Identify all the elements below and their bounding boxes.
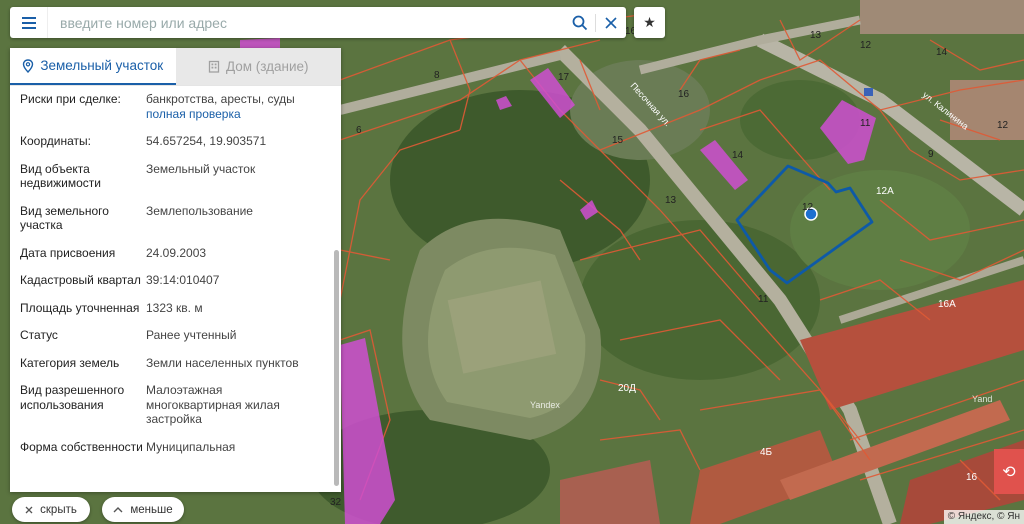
menu-button[interactable] (10, 7, 48, 38)
button-label: скрыть (40, 503, 77, 516)
parcel-label: 15 (612, 135, 624, 146)
detail-value: 1323 кв. м (146, 300, 203, 315)
building-icon (208, 60, 220, 73)
detail-value: Муниципальная (146, 439, 236, 454)
detail-value: Землепользование (146, 203, 253, 218)
chevron-up-icon (113, 507, 123, 513)
hide-panel-button[interactable]: скрыть (12, 497, 90, 522)
parcel-label: 14 (732, 150, 744, 161)
detail-key: Вид земельного участка (20, 203, 109, 233)
detail-value: банкротства, аресты, суды полная проверк… (146, 92, 321, 121)
parcel-label: 17 (558, 72, 570, 83)
tab-label: Земельный участок (40, 58, 164, 73)
detail-key: Риски при сделке: (20, 92, 121, 106)
parcel-label: 11 (758, 294, 769, 305)
detail-key: Форма собственности (20, 439, 143, 454)
detail-row-ownership: Форма собственности Муниципальная (10, 440, 331, 455)
parcel-label: 13 (665, 195, 677, 206)
detail-key: Координаты: (20, 134, 91, 148)
details-list: Риски при сделке: банкротства, аресты, с… (10, 86, 331, 492)
detail-row-assigned-date: Дата присвоения 24.09.2003 (10, 246, 331, 261)
detail-key: Статус (20, 328, 58, 342)
parcel-label: 16 (966, 472, 978, 483)
map-attribution[interactable]: © Яндекс, © Ян (943, 510, 1024, 524)
star-icon: ★ (643, 14, 656, 30)
detail-value-text: банкротства, аресты, суды (146, 92, 295, 106)
map-watermark: Yand (972, 394, 992, 404)
detail-row-coordinates: Координаты: 54.657254, 19.903571 (10, 134, 331, 149)
detail-row-land-category: Категория земель Земли населенных пункто… (10, 356, 331, 371)
parcel-info-panel: Земельный участок Дом (здание) Риски при… (10, 48, 341, 492)
panel-scrollbar[interactable] (334, 250, 339, 486)
map-pin-icon (23, 58, 34, 73)
tab-label: Дом (здание) (225, 59, 309, 74)
detail-value: 54.657254, 19.903571 (146, 134, 267, 148)
full-check-link[interactable]: полная проверка (146, 107, 321, 122)
detail-value: 24.09.2003 (146, 245, 207, 260)
parcel-label: 9 (928, 149, 934, 160)
detail-key: Площадь уточненная (20, 300, 140, 315)
hamburger-icon (21, 16, 36, 29)
detail-row-risks: Риски при сделке: банкротства, аресты, с… (10, 92, 331, 121)
detail-value: Земли населенных пунктов (146, 355, 299, 370)
close-icon (25, 506, 33, 513)
parcel-label: 14 (936, 47, 948, 58)
parcel-label: 12 (860, 40, 872, 51)
detail-row-land-type: Вид земельного участка Землепользование (10, 204, 331, 233)
refresh-icon: ⟲ (1002, 463, 1016, 481)
detail-row-object-type: Вид объекта недвижимости Земельный участ… (10, 162, 331, 191)
detail-key: Дата присвоения (20, 245, 116, 260)
detail-key: Вид объекта недвижимости (20, 161, 101, 191)
parcel-label: 12 (802, 202, 814, 213)
detail-value: Ранее учтенный (146, 328, 237, 342)
button-label: меньше (130, 503, 173, 516)
parcel-label: 16А (938, 299, 956, 310)
collapse-panel-button[interactable]: меньше (102, 497, 184, 522)
panel-tabs: Земельный участок Дом (здание) (10, 48, 341, 86)
detail-row-cadastral-quarter: Кадастровый квартал 39:14:010407 (10, 273, 331, 288)
detail-key: Категория земель (20, 355, 120, 370)
map-watermark: Yandex (530, 400, 560, 410)
parcel-label: 12А (876, 186, 894, 197)
parcel-label: 12 (997, 120, 1009, 131)
detail-key: Вид разрешенного использования (20, 383, 125, 412)
detail-value: 39:14:010407 (146, 273, 220, 287)
clear-button[interactable] (596, 7, 626, 38)
favorite-button[interactable]: ★ (634, 7, 665, 38)
detail-key: Кадастровый квартал (20, 273, 141, 287)
detail-value: Малоэтажная многоквартирная жилая застро… (146, 383, 280, 426)
detail-row-status: Статус Ранее учтенный (10, 328, 331, 343)
tab-land-plot[interactable]: Земельный участок (10, 48, 176, 85)
parcel-label: 11 (860, 118, 871, 129)
parcel-label: 16 (678, 89, 690, 100)
search-button[interactable] (565, 7, 595, 38)
parcel-label: 4Б (760, 447, 773, 458)
parcel-label: 8 (434, 70, 440, 81)
detail-row-permitted-use: Вид разрешенного использования Малоэтажн… (10, 383, 331, 427)
close-icon (605, 16, 617, 29)
search-icon (572, 15, 588, 30)
detail-row-area: Площадь уточненная 1323 кв. м (10, 301, 331, 316)
tab-house[interactable]: Дом (здание) (175, 48, 341, 85)
search-bar (10, 7, 626, 38)
parcel-label: 32 (330, 497, 342, 508)
refresh-button[interactable]: ⟲ (994, 449, 1024, 494)
parcel-label: 6 (356, 125, 362, 136)
parcel-label: 20Д (618, 383, 636, 394)
detail-value: Земельный участок (146, 161, 256, 176)
parcel-label: 13 (810, 30, 822, 41)
search-input[interactable] (48, 7, 565, 38)
